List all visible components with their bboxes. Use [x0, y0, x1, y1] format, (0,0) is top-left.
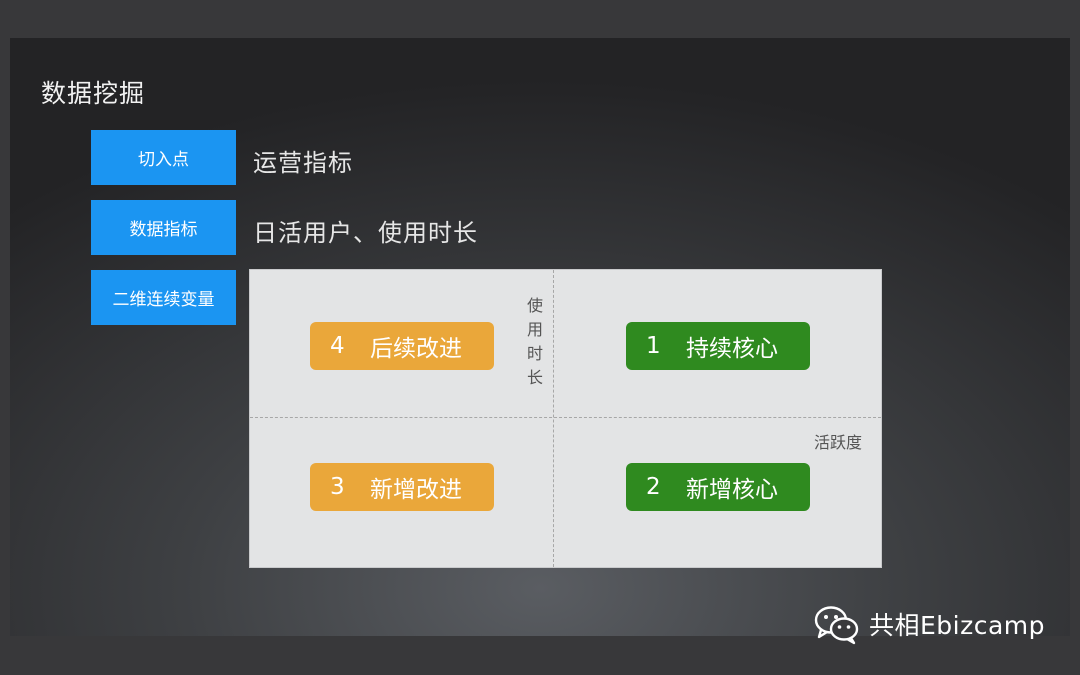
slide-title: 数据挖掘 [41, 79, 146, 108]
watermark: 共相Ebizcamp [813, 603, 1045, 645]
wechat-icon [814, 606, 859, 645]
quadrant-label: 后续改进 [370, 336, 462, 362]
quadrant-label: 新增改进 [370, 477, 462, 503]
quadrant-bottom-right: 2 新增核心 [626, 463, 810, 511]
quadrant-label: 新增核心 [686, 477, 778, 503]
y-axis-char: 时 [526, 344, 543, 363]
x-axis-label: 活跃度 [814, 433, 863, 452]
quadrant-number: 1 [646, 333, 661, 359]
quadrant-number: 2 [646, 474, 661, 500]
entry-point-value: 运营指标 [253, 149, 353, 177]
y-axis-label: 使 用 时 长 [525, 294, 545, 390]
slide: 数据挖掘 切入点 运营指标 数据指标 日活用户、使用时长 二维连续变量 使 用 … [10, 38, 1070, 636]
tag-data-metrics: 数据指标 [91, 200, 236, 255]
data-metrics-value: 日活用户、使用时长 [253, 219, 478, 247]
vertical-divider [553, 270, 554, 567]
screen-frame: 数据挖掘 切入点 运营指标 数据指标 日活用户、使用时长 二维连续变量 使 用 … [0, 0, 1080, 675]
horizontal-divider [250, 417, 881, 418]
quadrant-bottom-left: 3 新增改进 [310, 463, 494, 511]
quadrant-label: 持续核心 [686, 336, 778, 362]
tag-two-dim-variables: 二维连续变量 [91, 270, 236, 325]
y-axis-char: 用 [526, 320, 543, 339]
quadrant-number: 3 [330, 474, 345, 500]
y-axis-char: 使 [526, 296, 543, 315]
quadrant-matrix: 使 用 时 长 活跃度 4 后续改进 1 持续核心 3 新增改进 2 新增核心 [249, 269, 882, 568]
watermark-text: 共相Ebizcamp [869, 611, 1046, 640]
quadrant-top-right: 1 持续核心 [626, 322, 810, 370]
tag-entry-point: 切入点 [91, 130, 236, 185]
quadrant-number: 4 [330, 333, 345, 359]
y-axis-char: 长 [526, 368, 543, 387]
quadrant-top-left: 4 后续改进 [310, 322, 494, 370]
